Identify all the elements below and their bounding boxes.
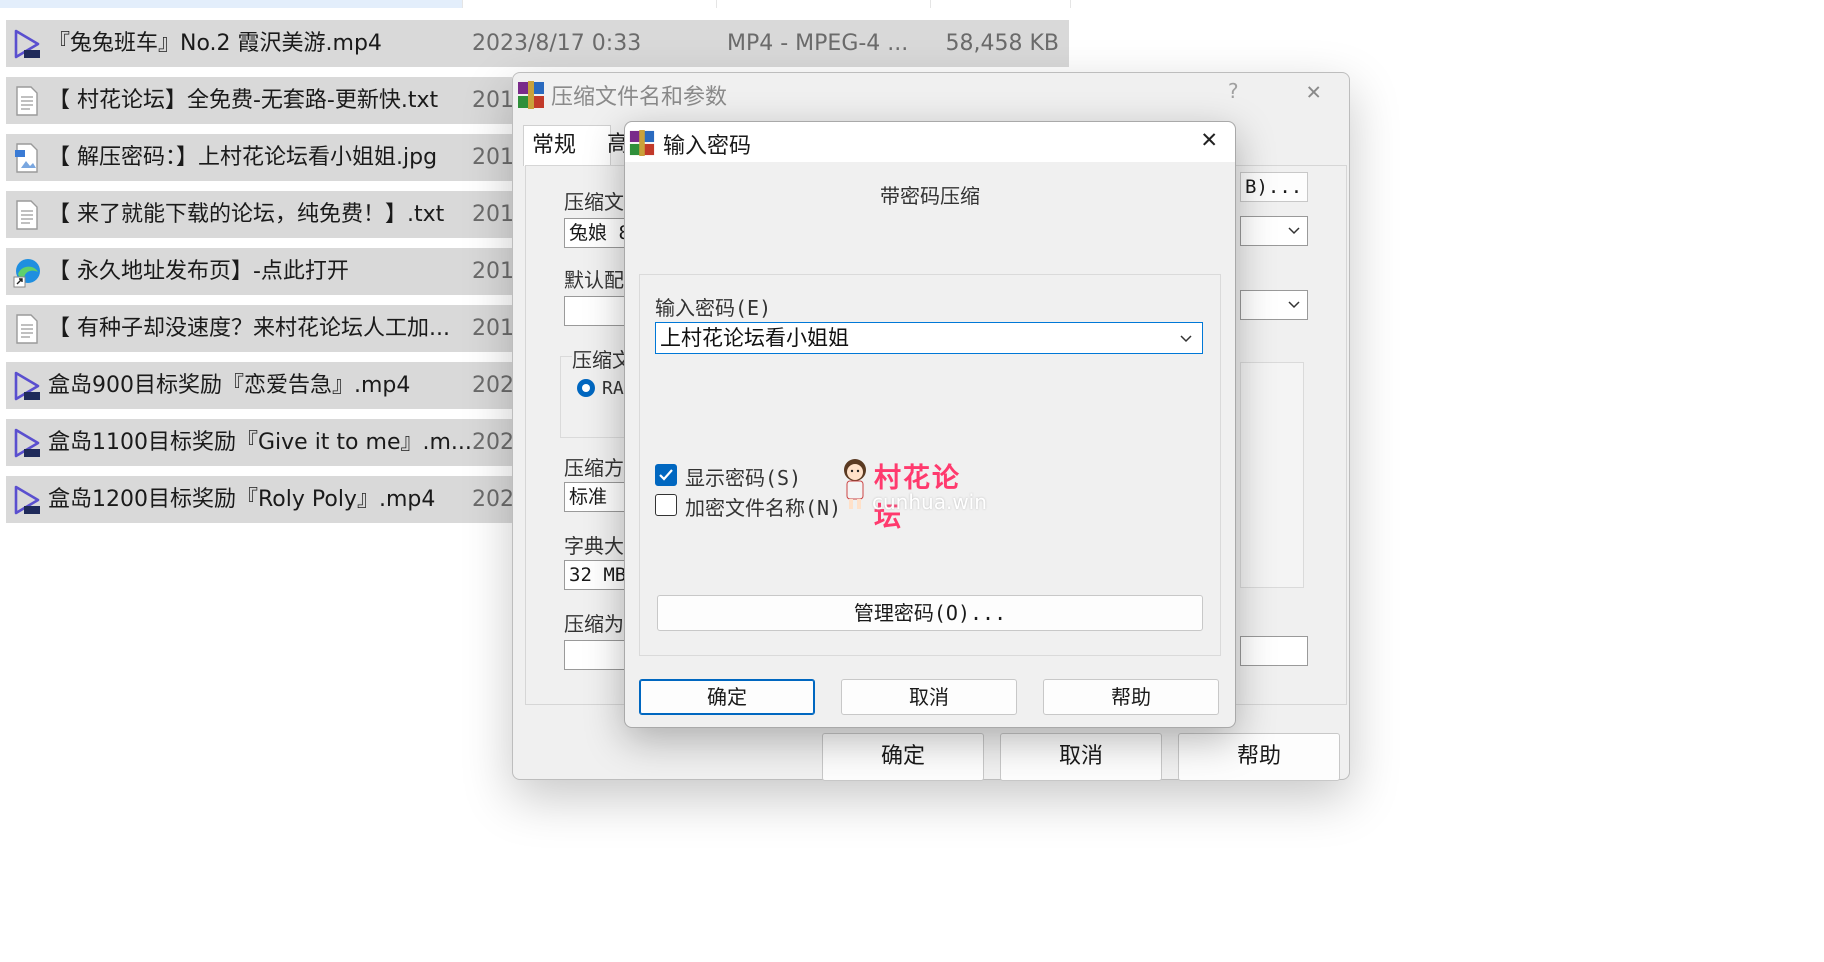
file-row[interactable]: 【 解压密码：】上村花论坛看小姐姐.jpg 2019 — [6, 134, 528, 181]
help-button[interactable]: 帮助 — [1178, 733, 1340, 781]
manage-passwords-button[interactable]: 管理密码(O)... — [657, 595, 1203, 631]
method-label: 压缩方 — [564, 456, 624, 480]
chevron-down-icon — [1288, 227, 1300, 235]
encrypt-names-label: 加密文件名称(N) — [685, 496, 842, 520]
file-name: 【 有种子却没速度？来村花论坛人工加... — [48, 316, 450, 341]
chevron-down-icon[interactable] — [1176, 328, 1196, 348]
close-icon[interactable]: ✕ — [1201, 124, 1217, 154]
file-date: 2023/8/17 0:33 — [472, 31, 642, 56]
file-row[interactable]: 盒岛1100目标奖励『Give it to me』.m... 2023 — [6, 419, 528, 466]
column-divider[interactable] — [716, 0, 717, 8]
file-name: 【 村花论坛】全免费-无套路-更新快.txt — [48, 88, 439, 113]
watermark-subtext: cunhua.win — [872, 490, 987, 514]
watermark: 村花论坛 cunhua.win — [838, 456, 988, 533]
file-size: 58,458 KB — [945, 31, 1060, 56]
password-input[interactable]: 上村花论坛看小姐姐 — [655, 322, 1203, 354]
file-name: 【 永久地址发布页】-点此打开 — [48, 259, 349, 284]
chevron-down-icon — [1288, 301, 1300, 309]
file-name: 『兔兔班车』No.2 霞沢美游.mp4 — [48, 31, 382, 56]
split-label: 压缩为 — [564, 612, 624, 636]
rar-radio[interactable] — [576, 378, 596, 398]
encrypt-names-checkbox[interactable] — [655, 494, 677, 516]
file-name: 【 解压密码：】上村花论坛看小姐姐.jpg — [48, 145, 438, 170]
password-label: 输入密码(E) — [655, 296, 772, 320]
file-list-header — [0, 0, 1071, 10]
browse-button[interactable]: B)... — [1240, 172, 1308, 202]
archive-name-dropdown[interactable] — [1240, 216, 1308, 246]
password-heading: 带密码压缩 — [880, 184, 980, 208]
cancel-button[interactable]: 取消 — [1000, 733, 1162, 781]
file-row[interactable]: 【 有种子却没速度？来村花论坛人工加... 2019 — [6, 305, 528, 352]
video-icon — [12, 484, 42, 516]
winrar-icon — [629, 130, 655, 156]
girl-mascot-icon — [844, 459, 866, 509]
file-name: 盒岛1200目标奖励『Roly Poly』.mp4 — [48, 487, 436, 512]
file-name: 盒岛900目标奖励『恋爱告急』.mp4 — [48, 373, 411, 398]
dialog-title: 压缩文件名和参数 — [551, 85, 728, 110]
text-file-icon — [12, 85, 42, 117]
archive-name-label: 压缩文 — [564, 190, 624, 214]
file-row[interactable]: 盒岛1200目标奖励『Roly Poly』.mp4 2023 — [6, 476, 528, 523]
password-dialog-title: 输入密码 — [663, 134, 752, 159]
close-icon[interactable]: ✕ — [1307, 77, 1321, 105]
password-value: 上村花论坛看小姐姐 — [660, 326, 849, 350]
rar-radio-label: RA — [602, 378, 624, 399]
show-password-label: 显示密码(S) — [685, 466, 802, 490]
ok-button[interactable]: 确定 — [822, 733, 984, 781]
update-mode-dropdown[interactable] — [1240, 290, 1308, 320]
archive-format-label: 压缩文 — [572, 344, 632, 373]
help-icon[interactable]: ? — [1227, 79, 1239, 103]
file-name: 盒岛1100目标奖励『Give it to me』.m... — [48, 430, 472, 455]
text-file-icon — [12, 313, 42, 345]
file-type: MP4 - MPEG-4 ... — [727, 31, 909, 56]
column-divider[interactable] — [462, 0, 463, 8]
text-file-icon — [12, 199, 42, 231]
file-name: 【 来了就能下载的论坛，纯免费！】.txt — [48, 202, 445, 227]
dictionary-label: 字典大 — [564, 534, 624, 558]
show-password-checkbox[interactable] — [655, 464, 677, 486]
column-divider[interactable] — [930, 0, 931, 8]
options-field[interactable] — [1240, 636, 1308, 666]
cancel-button[interactable]: 取消 — [841, 679, 1017, 715]
image-file-icon — [12, 142, 42, 174]
video-icon — [12, 370, 42, 402]
winrar-icon — [518, 81, 544, 109]
file-row[interactable]: 『兔兔班车』No.2 霞沢美游.mp4 2023/8/17 0:33 MP4 - M… — [6, 20, 1069, 67]
file-row[interactable]: 【 村花论坛】全免费-无套路-更新快.txt 2019 — [6, 77, 528, 124]
video-icon — [12, 28, 42, 60]
tab-general[interactable]: 常规 — [523, 125, 611, 166]
file-row[interactable]: 盒岛900目标奖励『恋爱告急』.mp4 2023 — [6, 362, 528, 409]
help-button[interactable]: 帮助 — [1043, 679, 1219, 715]
password-dialog: 输入密码 ✕ 带密码压缩 输入密码(E) 上村花论坛看小姐姐 显示密码(S) 加… — [624, 121, 1236, 728]
file-row[interactable]: 【 来了就能下载的论坛，纯免费！】.txt 2019 — [6, 191, 528, 238]
selected-column-header[interactable] — [0, 0, 462, 8]
column-divider[interactable] — [1070, 0, 1071, 8]
edge-shortcut-icon — [12, 256, 42, 288]
ok-button[interactable]: 确定 — [639, 679, 815, 715]
file-row[interactable]: 【 永久地址发布页】-点此打开 2019 — [6, 248, 528, 295]
check-icon — [659, 469, 673, 481]
default-profile-label: 默认配 — [564, 268, 624, 292]
options-group — [1240, 362, 1304, 588]
video-icon — [12, 427, 42, 459]
